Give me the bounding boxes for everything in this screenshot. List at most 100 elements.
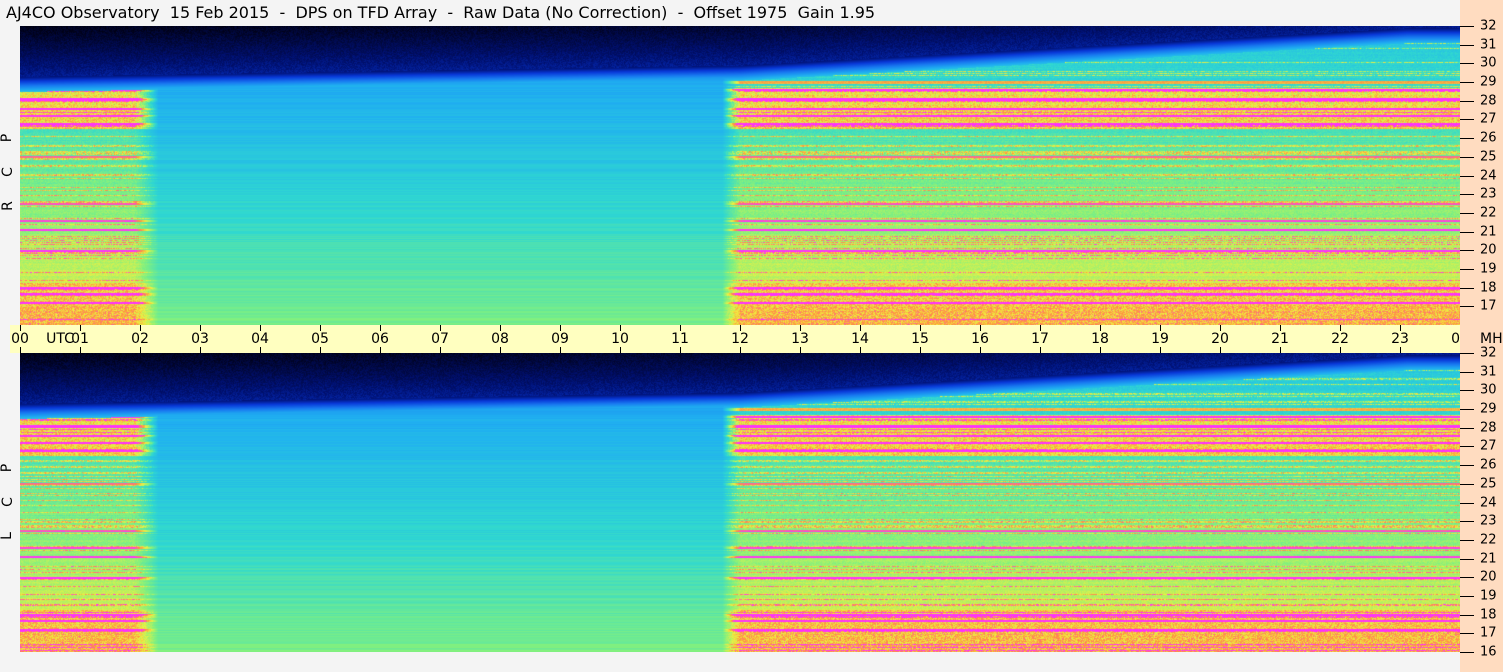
y-tick-label: 28 bbox=[1480, 420, 1497, 436]
y-tick-label: 19 bbox=[1480, 588, 1497, 604]
x-tick-mark bbox=[1100, 325, 1101, 331]
y-tick-label: 26 bbox=[1480, 457, 1497, 473]
y-tick-mark bbox=[1460, 287, 1474, 289]
y-tick-mark bbox=[1460, 577, 1474, 579]
y-tick-mark bbox=[1460, 409, 1474, 411]
y-tick-mark bbox=[1460, 100, 1474, 102]
x-tick-mark bbox=[980, 325, 981, 331]
y-tick-mark bbox=[1460, 353, 1474, 354]
x-tick-label: 06 bbox=[371, 331, 389, 347]
x-tick-mark bbox=[800, 325, 801, 331]
x-tick-label: 05 bbox=[311, 331, 329, 347]
y-tick-mark bbox=[1460, 502, 1474, 504]
x-tick-mark bbox=[260, 347, 261, 353]
x-tick-mark bbox=[200, 347, 201, 353]
y-tick-label: 17 bbox=[1480, 298, 1497, 314]
x-tick-label: 08 bbox=[491, 331, 509, 347]
y-tick-label: 25 bbox=[1480, 149, 1497, 165]
chart-title: AJ4CO Observatory 15 Feb 2015 - DPS on T… bbox=[6, 3, 876, 22]
x-tick-label: 19 bbox=[1151, 331, 1169, 347]
y-tick-label: 17 bbox=[1480, 625, 1497, 641]
y-tick-label: 32 bbox=[1480, 18, 1497, 34]
x-tick-mark bbox=[320, 347, 321, 353]
y-tick-mark bbox=[1460, 194, 1474, 196]
y-tick-label: 25 bbox=[1480, 476, 1497, 492]
y-tick-label: 23 bbox=[1480, 186, 1497, 202]
x-tick-mark bbox=[80, 325, 81, 331]
x-tick-mark bbox=[80, 347, 81, 353]
y-tick-mark bbox=[1460, 156, 1474, 158]
y-tick-mark bbox=[1460, 633, 1474, 635]
x-tick-mark bbox=[20, 347, 21, 353]
polarization-letter: C bbox=[0, 497, 16, 507]
y-tick-label: 30 bbox=[1480, 55, 1497, 71]
y-tick-label: 20 bbox=[1480, 242, 1497, 258]
x-tick-mark bbox=[1040, 347, 1041, 353]
y-unit-label: MHz bbox=[1480, 331, 1503, 347]
x-unit-label: UTC bbox=[46, 331, 74, 347]
x-tick-mark bbox=[860, 347, 861, 353]
x-tick-label: 16 bbox=[971, 331, 989, 347]
y-tick-label: 18 bbox=[1480, 280, 1497, 296]
y-tick-mark bbox=[1460, 595, 1474, 597]
y-tick-mark bbox=[1460, 268, 1474, 270]
x-tick-mark bbox=[740, 347, 741, 353]
y-tick-mark bbox=[1460, 539, 1474, 541]
x-tick-mark bbox=[20, 325, 21, 331]
x-tick-mark bbox=[500, 325, 501, 331]
y-tick-mark bbox=[1460, 82, 1474, 84]
y-tick-label: 21 bbox=[1480, 224, 1497, 240]
y-tick-mark bbox=[1460, 44, 1474, 46]
y-tick-label: 31 bbox=[1480, 37, 1497, 53]
y-tick-mark bbox=[1460, 26, 1474, 27]
y-tick-label: 23 bbox=[1480, 513, 1497, 529]
x-tick-label: 18 bbox=[1091, 331, 1109, 347]
x-tick-mark bbox=[1100, 347, 1101, 353]
x-tick-label: 23 bbox=[1391, 331, 1409, 347]
x-tick-mark bbox=[1040, 325, 1041, 331]
y-tick-label: 24 bbox=[1480, 168, 1497, 183]
y-tick-mark bbox=[1460, 231, 1474, 233]
x-tick-label: 20 bbox=[1211, 331, 1229, 347]
y-tick-mark bbox=[1460, 483, 1474, 485]
x-tick-label: 03 bbox=[191, 331, 209, 347]
x-tick-mark bbox=[140, 325, 141, 331]
polarization-letter: C bbox=[0, 167, 16, 177]
x-tick-label: 15 bbox=[911, 331, 929, 347]
y-tick-mark bbox=[1460, 306, 1474, 308]
y-tick-label: 24 bbox=[1480, 495, 1497, 510]
x-tick-mark bbox=[620, 325, 621, 331]
y-tick-mark bbox=[1460, 558, 1474, 560]
x-tick-label: 09 bbox=[551, 331, 569, 347]
y-tick-label: 29 bbox=[1480, 74, 1497, 90]
x-tick-mark bbox=[1280, 347, 1281, 353]
time-axis: 00 01 02 03 04 05 06 07 08 09 10 11 12 13 14 15 16 17 18 19… bbox=[10, 325, 1503, 353]
x-tick-mark bbox=[380, 347, 381, 353]
polarization-letter: L bbox=[0, 532, 15, 540]
x-tick-mark bbox=[500, 347, 501, 353]
x-tick-mark bbox=[620, 347, 621, 353]
y-tick-mark bbox=[1460, 614, 1474, 616]
x-tick-mark bbox=[860, 325, 861, 331]
y-tick-label: 31 bbox=[1480, 364, 1497, 380]
x-tick-label: 17 bbox=[1031, 331, 1049, 347]
y-tick-label: 29 bbox=[1480, 401, 1497, 417]
y-tick-mark bbox=[1460, 427, 1474, 429]
y-tick-mark bbox=[1460, 175, 1474, 177]
x-tick-label: 13 bbox=[791, 331, 809, 347]
y-tick-label: 20 bbox=[1480, 569, 1497, 585]
x-tick-mark bbox=[1280, 325, 1281, 331]
y-tick-mark bbox=[1460, 390, 1474, 392]
x-tick-label: 02 bbox=[131, 331, 149, 347]
x-tick-mark bbox=[920, 325, 921, 331]
x-tick-label: 11 bbox=[671, 331, 689, 347]
y-tick-label: 21 bbox=[1480, 551, 1497, 567]
y-tick-mark bbox=[1460, 465, 1474, 467]
x-tick-mark bbox=[320, 325, 321, 331]
y-tick-label: 22 bbox=[1480, 532, 1497, 548]
x-tick-mark bbox=[980, 347, 981, 353]
x-tick-mark bbox=[440, 325, 441, 331]
x-tick-mark bbox=[680, 325, 681, 331]
x-tick-label: 14 bbox=[851, 331, 869, 347]
x-tick-label: 12 bbox=[731, 331, 749, 347]
